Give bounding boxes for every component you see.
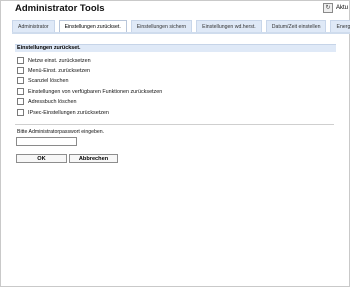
checkbox[interactable] [17,109,24,116]
checkbox[interactable] [17,88,24,95]
tab-reset-settings[interactable]: Einstellungen zurückset. [58,20,127,32]
option-scan-destination[interactable]: Scanziel löschen [17,77,68,84]
option-label: Menü-Einst. zurücksetzen [28,67,91,74]
page-title: Administrator Tools [15,3,105,14]
option-label: Einstellungen von verfügbaren Funktionen… [28,88,163,95]
refresh-control[interactable]: ↻ Aktu [322,3,348,13]
cancel-button[interactable]: Abbrechen [69,154,118,163]
tab-bar: Administrator Einstellungen zurückset. E… [12,20,350,32]
tab-backup-settings[interactable]: Einstellungen sichern [130,20,193,32]
checkbox[interactable] [17,77,24,84]
refresh-label[interactable]: Aktu [336,5,348,11]
ok-button[interactable]: OK [16,154,67,163]
option-network-reset[interactable]: Netzw einst. zurücksetzen [17,57,91,64]
option-available-functions[interactable]: Einstellungen von verfügbaren Funktionen… [17,88,162,95]
password-input[interactable] [16,137,77,146]
option-address-book[interactable]: Adressbuch löschen [17,98,77,105]
tab-administrator[interactable]: Administrator [12,20,55,32]
checkbox[interactable] [17,98,24,105]
option-ipsec-reset[interactable]: IPsec-Einstellungen zurücksetzen [17,109,109,116]
option-menu-reset[interactable]: Menü-Einst. zurücksetzen [17,67,90,74]
option-label: Adressbuch löschen [28,98,77,105]
tab-underline [12,32,350,34]
tab-date-time[interactable]: Datum/Zeit einstellen [265,20,327,32]
divider [15,124,334,125]
option-label: Scanziel löschen [28,77,69,84]
option-label: Netzw einst. zurücksetzen [28,57,91,64]
tab-energy-saver[interactable]: Energiespar [330,20,350,32]
checkbox[interactable] [17,67,24,74]
refresh-icon[interactable]: ↻ [322,3,333,13]
section-header: Einstellungen zurückset. [15,44,336,52]
tab-restore-settings[interactable]: Einstellungen wd.herst. [196,20,262,32]
checkbox[interactable] [17,57,24,64]
password-label: Bitte Administratorpasswort eingeben. [17,129,105,135]
option-label: IPsec-Einstellungen zurücksetzen [28,109,109,116]
